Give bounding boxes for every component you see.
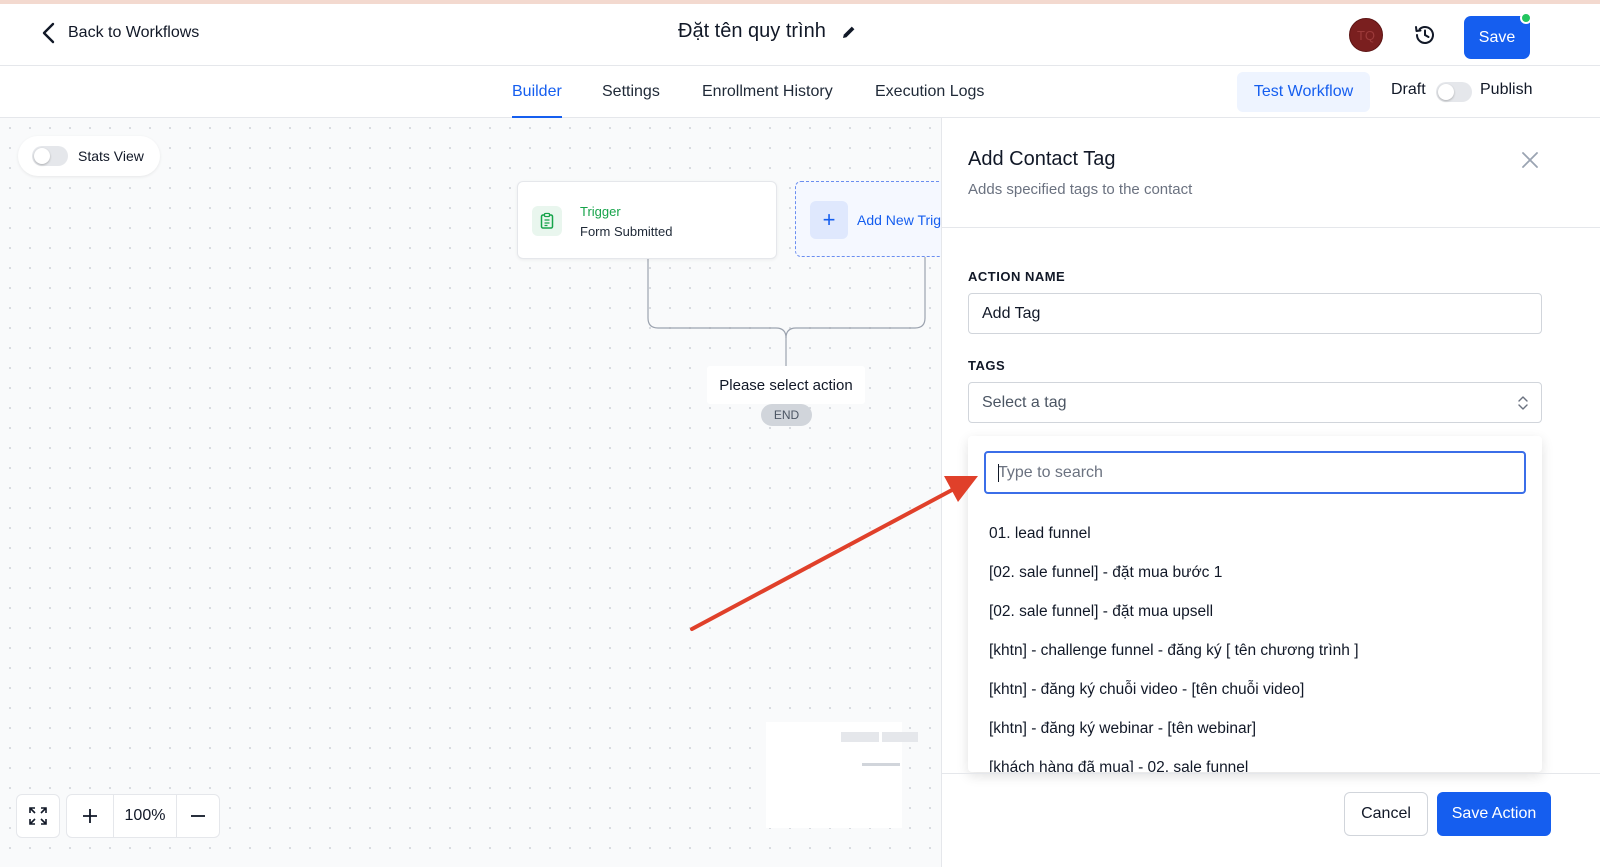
tag-option[interactable]: 01. lead funnel — [989, 525, 1091, 543]
workflow-title[interactable]: Đặt tên quy trình — [678, 20, 826, 43]
publish-toggle[interactable] — [1436, 82, 1472, 102]
add-new-trigger-node[interactable]: + Add New Trig — [795, 181, 941, 257]
tab-builder[interactable]: Builder — [512, 66, 562, 118]
search-placeholder: Type to search — [998, 463, 1103, 481]
plus-icon — [83, 809, 97, 823]
workflow-tabs: Builder Settings Enrollment History Exec… — [0, 66, 1600, 118]
save-action-button[interactable]: Save Action — [1437, 792, 1551, 836]
tags-label: TAGS — [968, 358, 1006, 373]
back-to-workflows-link[interactable]: Back to Workflows — [40, 22, 199, 44]
chevron-left-icon — [42, 22, 55, 44]
workflow-canvas[interactable]: Stats View Trigger Form Submitted + Add … — [0, 118, 941, 867]
tags-placeholder: Select a tag — [982, 393, 1067, 411]
tag-option[interactable]: [khtn] - đăng ký webinar - [tên webinar] — [989, 720, 1256, 738]
tag-option[interactable]: [khách hàng đã mua] - 02. sale funnel — [989, 759, 1248, 772]
back-label: Back to Workflows — [68, 24, 200, 41]
zoom-controls: 100% — [16, 794, 220, 838]
minimap-node — [862, 763, 900, 766]
trigger-label: Trigger — [580, 204, 621, 219]
tags-select[interactable]: Select a tag — [968, 382, 1542, 423]
minimap-node — [841, 732, 879, 742]
workflow-title-group: Đặt tên quy trình — [678, 20, 858, 43]
zoom-level: 100% — [114, 794, 176, 838]
zoom-in-button[interactable] — [66, 794, 114, 838]
add-contact-tag-panel: Add Contact Tag Adds specified tags to t… — [941, 118, 1600, 867]
panel-title: Add Contact Tag — [968, 148, 1116, 170]
tag-option[interactable]: [khtn] - challenge funnel - đăng ký [ tê… — [989, 642, 1359, 660]
tags-dropdown: Type to search 01. lead funnel [02. sale… — [968, 436, 1542, 772]
publish-label: Publish — [1480, 81, 1533, 98]
test-workflow-button[interactable]: Test Workflow — [1237, 72, 1370, 112]
trigger-node[interactable]: Trigger Form Submitted — [517, 181, 777, 259]
cancel-button[interactable]: Cancel — [1344, 792, 1428, 836]
close-icon[interactable] — [1520, 150, 1540, 170]
tag-option[interactable]: [02. sale funnel] - đặt mua bước 1 — [989, 564, 1222, 582]
action-name-value: Add Tag — [982, 304, 1041, 322]
status-dot — [1520, 12, 1532, 24]
end-node: END — [761, 404, 812, 426]
save-button[interactable]: Save — [1464, 16, 1530, 59]
tag-option[interactable]: [02. sale funnel] - đặt mua upsell — [989, 603, 1213, 621]
minimap[interactable] — [766, 722, 918, 828]
history-icon[interactable] — [1412, 22, 1438, 48]
tab-settings[interactable]: Settings — [602, 66, 660, 118]
select-action-node[interactable]: Please select action — [707, 366, 865, 404]
action-name-label: ACTION NAME — [968, 269, 1066, 284]
minimap-node — [882, 732, 918, 742]
updown-chevron-icon — [1518, 396, 1528, 410]
fit-view-button[interactable] — [16, 794, 60, 838]
avatar-initials: TQ — [1356, 27, 1376, 43]
app-header: Back to Workflows Đặt tên quy trình TQ S… — [0, 4, 1600, 66]
text-caret — [998, 464, 999, 482]
plus-icon: + — [810, 201, 848, 239]
pencil-icon[interactable] — [840, 23, 858, 41]
expand-icon — [29, 807, 47, 825]
trigger-subtitle: Form Submitted — [580, 224, 673, 239]
avatar[interactable]: TQ — [1349, 18, 1383, 52]
zoom-out-button[interactable] — [176, 794, 220, 838]
minus-icon — [191, 815, 205, 817]
footer-divider — [942, 773, 1600, 774]
add-trigger-label: Add New Trig — [857, 212, 941, 228]
tag-search-input[interactable]: Type to search — [984, 451, 1526, 494]
panel-divider — [942, 227, 1600, 228]
tag-option[interactable]: [khtn] - đăng ký chuỗi video - [tên chuỗ… — [989, 681, 1304, 699]
draft-label: Draft — [1391, 81, 1426, 98]
panel-subtitle: Adds specified tags to the contact — [968, 181, 1193, 198]
tab-execution-logs[interactable]: Execution Logs — [875, 66, 984, 118]
toggle-knob — [1438, 84, 1454, 100]
tab-enrollment-history[interactable]: Enrollment History — [702, 66, 833, 118]
clipboard-icon — [532, 206, 562, 236]
action-name-input[interactable]: Add Tag — [968, 293, 1542, 334]
